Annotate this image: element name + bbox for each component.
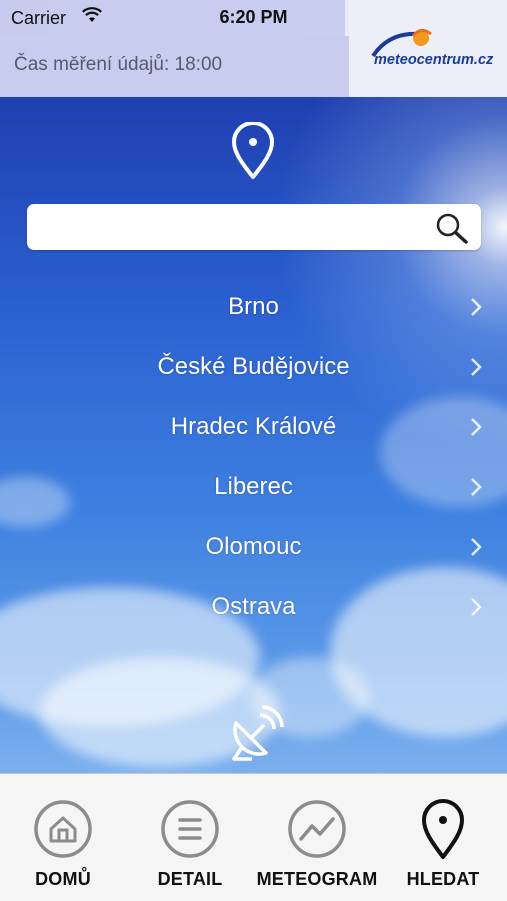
list-icon: [160, 799, 220, 864]
tab-label: HLEDAT: [406, 869, 480, 889]
location-pin-icon: [229, 121, 277, 185]
home-icon: [33, 799, 93, 864]
city-name: Olomouc: [205, 533, 302, 560]
chevron-right-icon: [471, 598, 482, 616]
meteocentrum-logo[interactable]: meteocentrum.cz: [349, 0, 507, 97]
search-input[interactable]: [39, 212, 423, 244]
logo-text: meteocentrum.cz: [374, 52, 494, 68]
city-name: Hradec Králové: [170, 413, 337, 440]
chevron-right-icon: [471, 298, 482, 316]
chevron-right-icon: [471, 478, 482, 496]
location-pin-icon: [419, 799, 467, 866]
measurement-time: Čas měření údajů: 18:00: [14, 54, 223, 75]
chevron-right-icon: [471, 358, 482, 376]
list-item[interactable]: Ostrava: [0, 577, 507, 637]
tab-label: DETAIL: [157, 869, 223, 889]
chevron-right-icon: [471, 538, 482, 556]
list-item[interactable]: České Budějovice: [0, 337, 507, 397]
chart-icon: [287, 799, 347, 864]
header: Čas měření údajů: 18:00 meteocentrum.cz: [0, 0, 507, 97]
list-item[interactable]: Brno: [0, 277, 507, 337]
tab-label: METEOGRAM: [256, 869, 378, 889]
list-item[interactable]: Olomouc: [0, 517, 507, 577]
tab-label: DOMŮ: [35, 869, 91, 889]
satellite-dish-icon[interactable]: [224, 703, 286, 770]
tab-meteogram[interactable]: METEOGRAM: [254, 774, 380, 901]
search-icon[interactable]: [435, 212, 469, 249]
chevron-right-icon: [471, 418, 482, 436]
city-name: Liberec: [214, 473, 293, 500]
tab-bar: DOMŮ DETAIL METEOGRAM HLEDAT: [0, 773, 507, 901]
city-name: Brno: [228, 293, 279, 320]
tab-hledat[interactable]: HLEDAT: [380, 774, 506, 901]
city-name: České Budějovice: [157, 353, 350, 380]
city-name: Ostrava: [211, 593, 296, 620]
tab-domu[interactable]: DOMŮ: [0, 774, 126, 901]
tab-detail[interactable]: DETAIL: [127, 774, 253, 901]
list-item[interactable]: Hradec Králové: [0, 397, 507, 457]
city-list: Brno České Budějovice Hradec Králové Lib…: [0, 277, 507, 637]
search-bar[interactable]: [27, 204, 481, 250]
list-item[interactable]: Liberec: [0, 457, 507, 517]
